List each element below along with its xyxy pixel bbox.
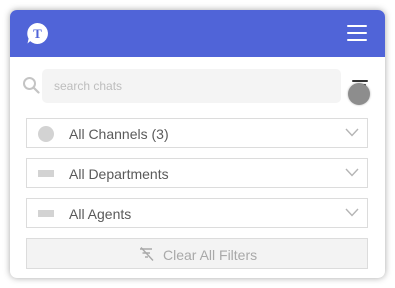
filter-off-icon xyxy=(140,247,154,261)
filter-toggle-button[interactable] xyxy=(348,78,372,108)
top-bar: T xyxy=(10,10,385,57)
chevron-down-icon xyxy=(345,208,359,217)
logo-letter: T xyxy=(33,26,42,41)
chat-bubble-logo-icon[interactable]: T xyxy=(26,22,49,45)
rectangle-icon xyxy=(38,170,54,177)
search-icon xyxy=(23,77,40,94)
chevron-down-icon xyxy=(345,168,359,177)
agents-select-label: All Agents xyxy=(69,206,132,222)
search-input[interactable] xyxy=(42,69,341,103)
departments-select-label: All Departments xyxy=(69,166,169,182)
circle-icon xyxy=(38,126,54,142)
channels-select[interactable]: All Channels (3) xyxy=(26,118,368,148)
hamburger-menu-icon[interactable] xyxy=(347,24,367,42)
chevron-down-icon xyxy=(345,128,359,137)
chat-filter-panel: T All Channels (3) All Depar xyxy=(10,10,385,278)
departments-select[interactable]: All Departments xyxy=(26,158,368,188)
agents-select[interactable]: All Agents xyxy=(26,198,368,228)
clear-all-filters-label: Clear All Filters xyxy=(163,247,258,263)
filter-toggle-indicator xyxy=(348,83,370,105)
channels-select-label: All Channels (3) xyxy=(69,126,169,142)
clear-all-filters-button[interactable]: Clear All Filters xyxy=(26,238,368,269)
rectangle-icon xyxy=(38,210,54,217)
